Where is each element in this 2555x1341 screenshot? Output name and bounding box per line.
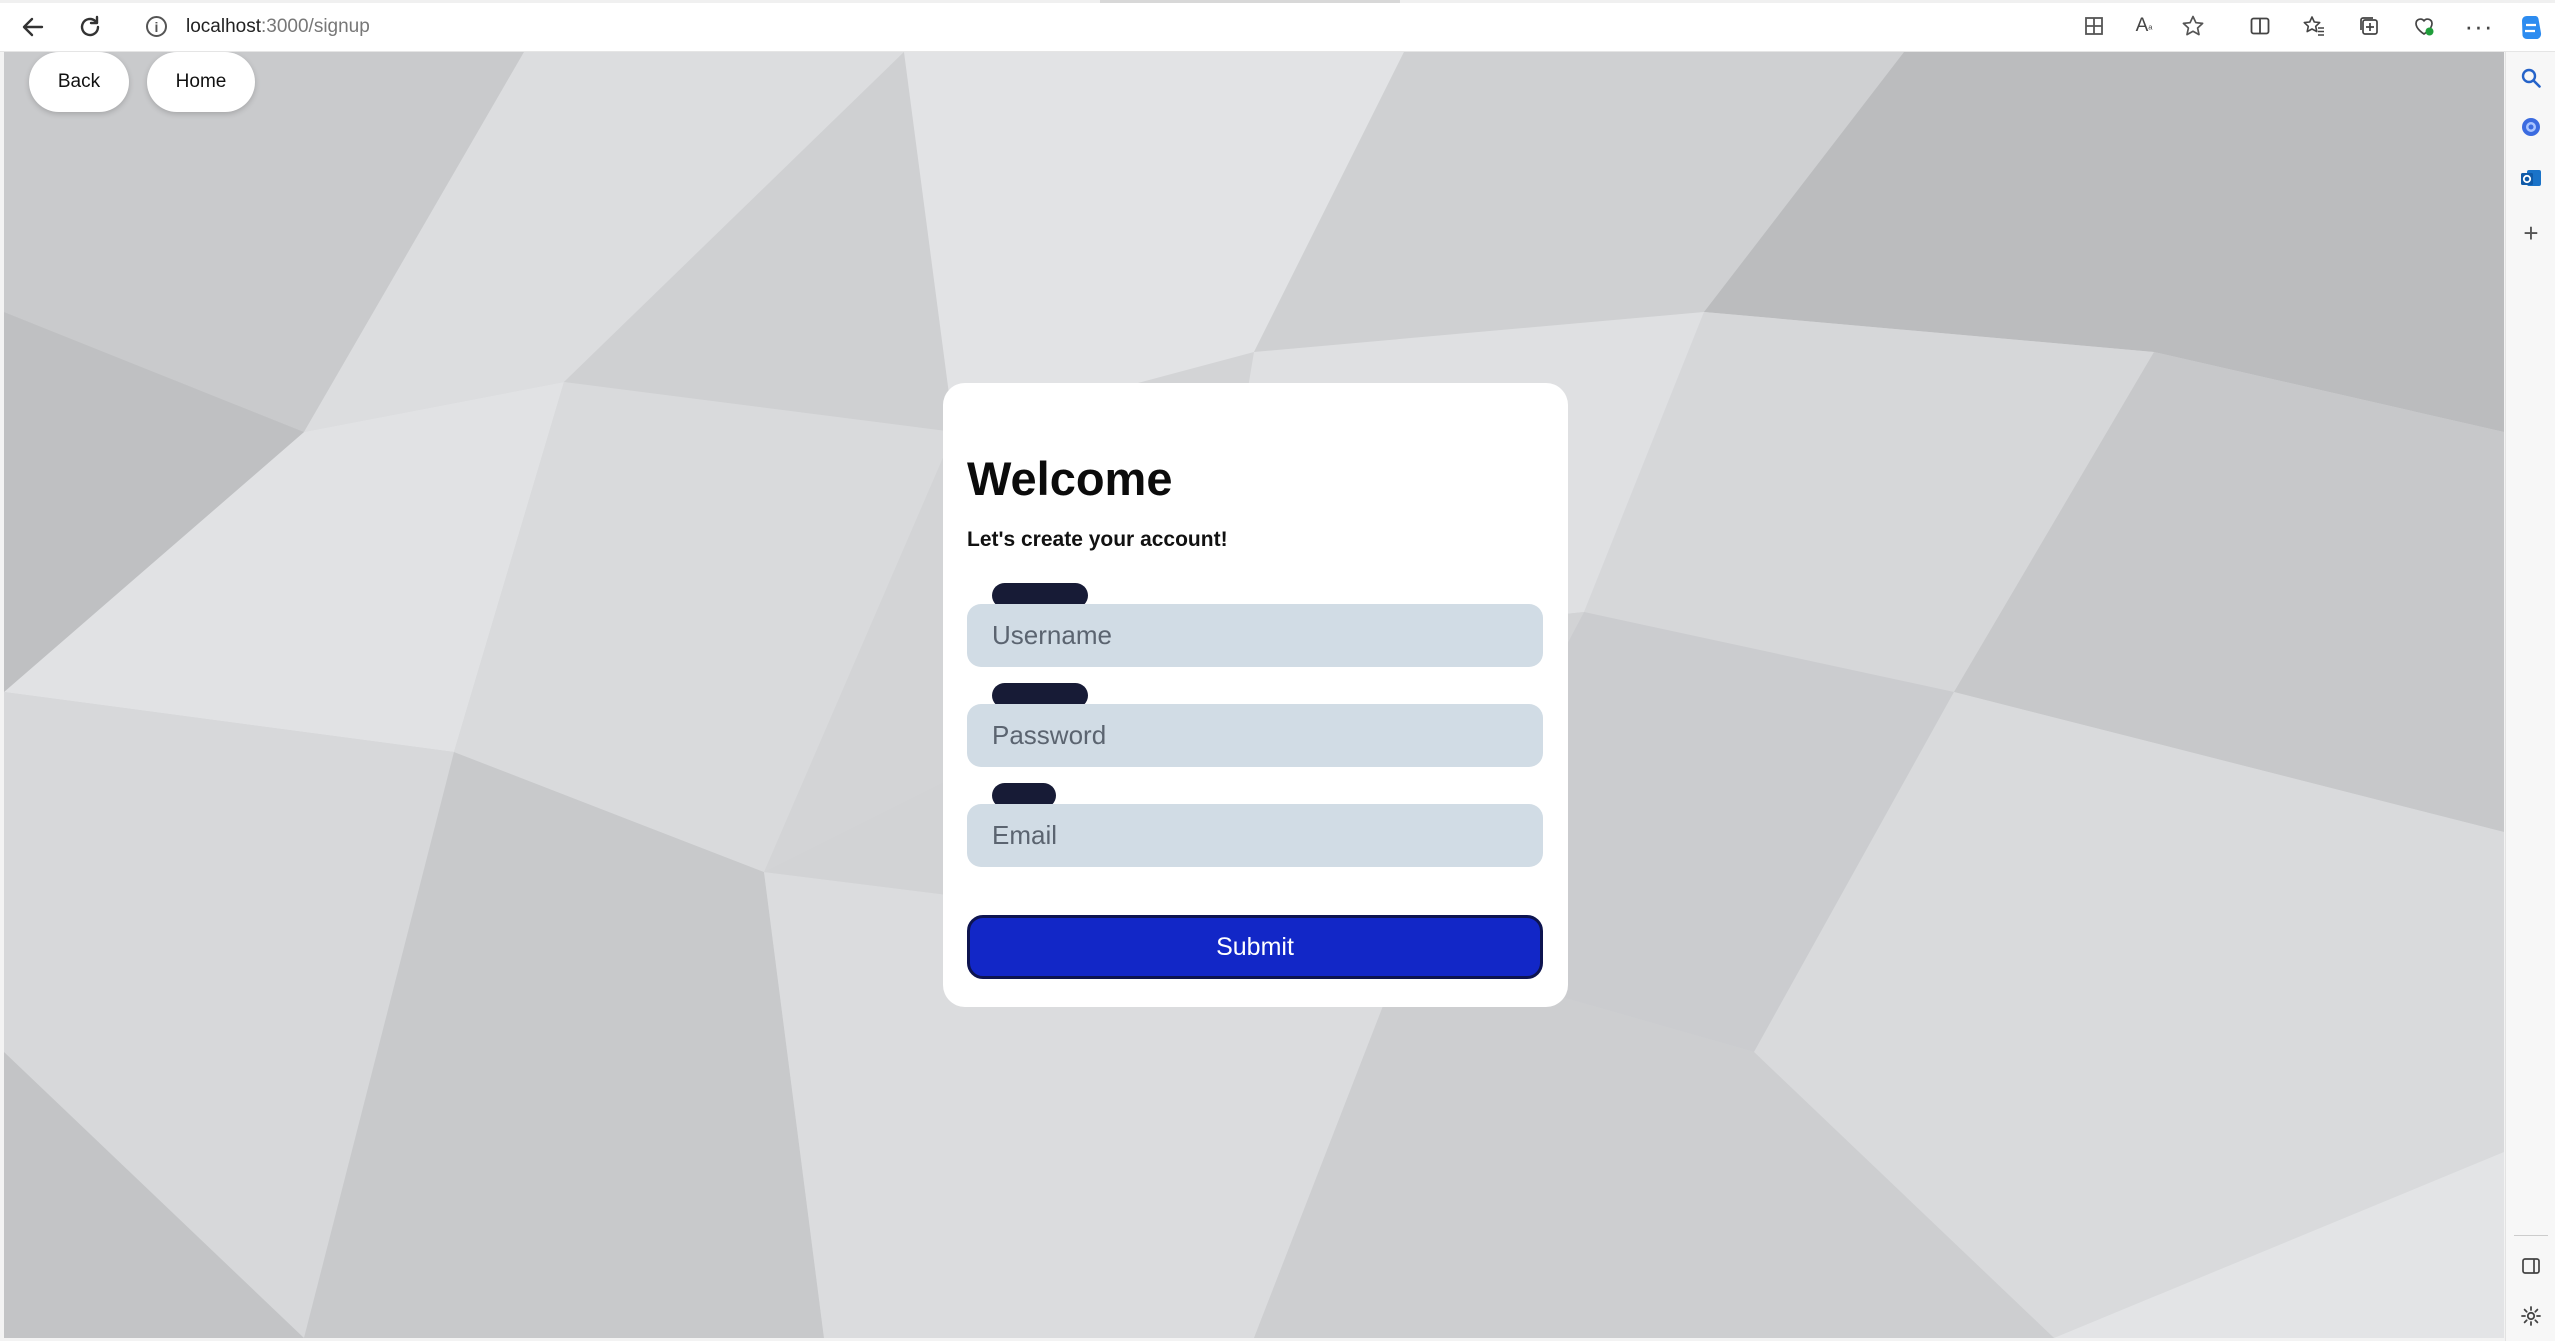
password-input[interactable] [967,704,1543,767]
page-title: Welcome [967,452,1173,505]
reload-icon[interactable] [72,9,108,45]
tools-icon[interactable] [2515,111,2547,143]
favorite-star-icon[interactable] [2177,10,2209,42]
settings-gear-icon[interactable] [2515,1300,2547,1332]
signup-card: Welcome Let's create your account! Submi… [943,383,1568,1007]
browser-essentials-icon[interactable] [2408,10,2440,42]
hide-sidebar-icon[interactable] [2515,1250,2547,1282]
tab-strip-line [0,0,2555,3]
back-arrow-icon[interactable] [15,9,51,45]
add-icon[interactable]: + [2515,217,2547,249]
page-subtitle: Let's create your account! [967,528,1228,551]
back-button[interactable]: Back [29,52,129,112]
username-input[interactable] [967,604,1543,667]
submit-button[interactable]: Submit [967,915,1543,979]
address-text[interactable]: localhost:3000/signup [186,16,370,38]
home-button[interactable]: Home [147,52,255,112]
more-menu-icon[interactable]: ··· [2463,10,2495,42]
search-icon[interactable] [2515,62,2547,94]
favorites-icon[interactable] [2298,10,2330,42]
browser-toolbar: i localhost:3000/signup Aₐ ··· [0,0,2555,52]
outlook-icon[interactable] [2515,162,2547,194]
address-bar[interactable]: i localhost:3000/signup [126,8,2086,45]
collections-icon[interactable] [2353,10,2385,42]
page-viewport: Back Home Welcome Let's create your acco… [4,52,2504,1338]
email-input[interactable] [967,804,1543,867]
app-available-icon[interactable] [2078,10,2110,42]
copilot-icon[interactable] [2515,12,2547,44]
sidebar-divider [2514,1235,2548,1236]
split-screen-icon[interactable] [2244,10,2276,42]
site-info-icon[interactable]: i [146,16,167,37]
read-aloud-icon[interactable]: Aₐ [2128,10,2160,42]
browser-sidebar: + [2505,16,2555,1341]
